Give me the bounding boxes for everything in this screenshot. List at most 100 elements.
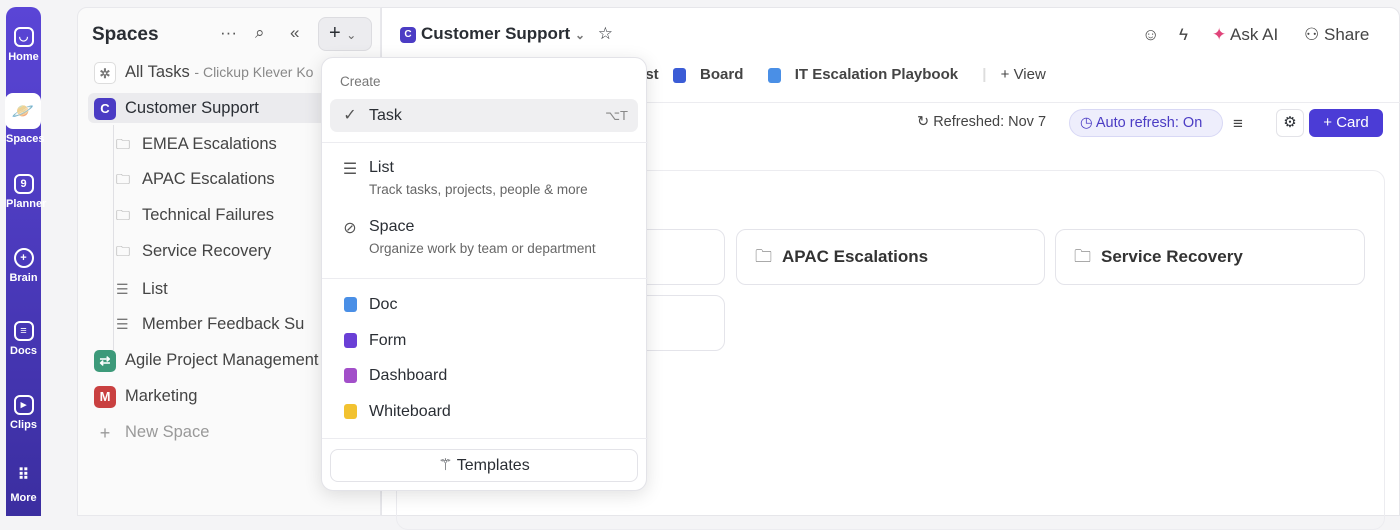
refresh-status[interactable]: ↻ Refreshed: Nov 7 xyxy=(917,114,1046,130)
label: Service Recovery xyxy=(142,242,272,260)
lightning-icon[interactable]: ϟ xyxy=(1179,25,1188,45)
settings-button[interactable]: ⚙ xyxy=(1276,109,1304,137)
label: Technical Failures xyxy=(142,206,275,224)
shortcut: ⌥T xyxy=(605,108,628,123)
ask-ai-button[interactable]: ✦ Ask AI xyxy=(1212,25,1278,45)
folder-icon: 🗀 xyxy=(755,247,772,266)
rail-home[interactable]: ◡ Home xyxy=(6,27,41,63)
sidebar-title: Spaces xyxy=(92,24,159,45)
label: Member Feedback Su xyxy=(142,315,305,333)
label: View xyxy=(1013,66,1046,83)
label: Templates xyxy=(456,457,530,474)
page-title[interactable]: C Customer Support ⌄ ☆ xyxy=(400,24,613,44)
clock-icon: ◷ xyxy=(1080,115,1093,131)
label: Board xyxy=(700,66,744,83)
chevron-down-icon: ⌄ xyxy=(346,28,357,42)
nav-rail: ◡ Home 🪐 Spaces 9 Planner + Brain ≡ Docs ▸ Cli… xyxy=(5,7,46,516)
folder-card[interactable]: 🗀 APAC Escalations xyxy=(736,229,1045,285)
label: Service Recovery xyxy=(1101,247,1243,266)
rail-planner[interactable]: 9 Planner xyxy=(6,174,46,210)
auto-refresh-toggle[interactable]: ◷ Auto refresh: On xyxy=(1069,109,1223,137)
divider xyxy=(322,278,648,279)
new-space-button[interactable]: + New Space xyxy=(88,417,328,447)
label: Task xyxy=(369,107,402,124)
sidebar-item-agile[interactable]: ⇄ Agile Project Management xyxy=(88,345,328,375)
label: Dashboard xyxy=(369,367,448,384)
doc-icon: ≡ xyxy=(13,321,34,341)
folder-icon: 🗀 xyxy=(116,207,130,223)
create-whiteboard[interactable]: Whiteboard xyxy=(330,403,638,425)
space-badge: C xyxy=(400,26,416,43)
refresh-icon: ↻ xyxy=(917,114,930,130)
rail-more[interactable]: ⠿ More xyxy=(6,467,41,505)
rail-brain[interactable]: + Brain xyxy=(6,248,41,284)
space-badge: M xyxy=(94,385,116,408)
workspace-name: - Clickup Klever Ko xyxy=(194,64,314,80)
create-task[interactable]: ✓ Task ⌥T xyxy=(330,99,638,132)
rail-label: Planner xyxy=(6,198,47,210)
doc-icon xyxy=(343,297,357,313)
check-circle-icon: ✓ xyxy=(343,107,357,124)
list-item[interactable]: ☰ Member Feedback Su xyxy=(116,309,322,339)
folder-icon: 🗀 xyxy=(1074,247,1091,266)
rail-spaces[interactable]: 🪐 Spaces xyxy=(5,93,45,145)
label: Card xyxy=(1336,114,1369,131)
ai-icon: ✦ xyxy=(1212,25,1227,44)
description: Organize work by team or department xyxy=(369,241,596,256)
divider xyxy=(322,142,648,143)
brain-icon: + xyxy=(13,248,34,268)
create-dashboard[interactable]: Dashboard xyxy=(330,367,638,389)
label: Ask AI xyxy=(1230,25,1279,44)
rail-label: Home xyxy=(8,51,39,63)
folder-icon: 🗀 xyxy=(116,243,130,259)
label: Doc xyxy=(369,296,398,313)
add-card-button[interactable]: + Card xyxy=(1309,109,1383,137)
sidebar-item-marketing[interactable]: M Marketing xyxy=(88,381,328,411)
view-tabs: List Board IT Escalation Playbook | + Vi… xyxy=(632,66,1066,83)
label: List xyxy=(369,159,394,176)
list-icon: ☰ xyxy=(116,316,129,332)
rail-clips[interactable]: ▸ Clips xyxy=(6,395,41,431)
tab-board[interactable]: Board xyxy=(672,66,754,83)
board-icon xyxy=(672,67,686,83)
grid-icon: ⠿ xyxy=(17,467,30,484)
create-form[interactable]: Form xyxy=(330,332,638,354)
chevron-down-icon: ⌄ xyxy=(574,28,586,42)
whiteboard-icon xyxy=(343,404,357,420)
create-button[interactable]: + ⌄ xyxy=(318,17,372,51)
share-button[interactable]: ⚇ Share xyxy=(1304,25,1369,45)
filter-icon[interactable]: ≡ xyxy=(1233,114,1243,134)
create-list[interactable]: ☰ List Track tasks, projects, people & mor… xyxy=(330,159,638,203)
planet-icon: ⊘ xyxy=(343,220,357,237)
collapse-icon[interactable]: « xyxy=(290,23,299,43)
label: Customer Support xyxy=(125,99,259,117)
templates-button[interactable]: ⚚ Templates xyxy=(330,449,638,482)
label: List xyxy=(142,280,168,298)
rail-label: Brain xyxy=(9,272,38,284)
label: All Tasks xyxy=(125,63,190,81)
create-doc[interactable]: Doc xyxy=(330,296,638,318)
space-badge: ⇄ xyxy=(94,349,116,372)
add-view-button[interactable]: + View xyxy=(1001,66,1056,83)
more-icon[interactable]: ··· xyxy=(220,23,237,43)
tab-doc[interactable]: IT Escalation Playbook xyxy=(767,66,969,83)
dashboard-icon xyxy=(343,368,357,384)
dropdown-header: Create xyxy=(340,74,381,89)
tree-line xyxy=(113,125,114,350)
create-dropdown: Create ✓ Task ⌥T ☰ List Track tasks, project… xyxy=(321,57,648,491)
rail-docs[interactable]: ≡ Docs xyxy=(6,321,41,357)
planet-icon: 🪐 xyxy=(5,93,41,129)
label: APAC Escalations xyxy=(142,170,275,188)
folder-icon: 🗀 xyxy=(116,136,130,152)
ai-face-icon[interactable]: ☺ xyxy=(1142,25,1159,45)
list-icon: ☰ xyxy=(116,281,129,297)
folder-card[interactable]: 🗀 Service Recovery xyxy=(1055,229,1365,285)
rail-label: Clips xyxy=(10,419,37,431)
label: IT Escalation Playbook xyxy=(794,66,959,83)
users-icon: ⚇ xyxy=(1304,25,1320,44)
divider: | xyxy=(982,66,987,83)
search-icon[interactable]: ⌕ xyxy=(255,23,265,43)
label: New Space xyxy=(125,423,210,441)
create-space[interactable]: ⊘ Space Organize work by team or departmen… xyxy=(330,218,638,262)
star-icon[interactable]: ☆ xyxy=(598,24,613,43)
